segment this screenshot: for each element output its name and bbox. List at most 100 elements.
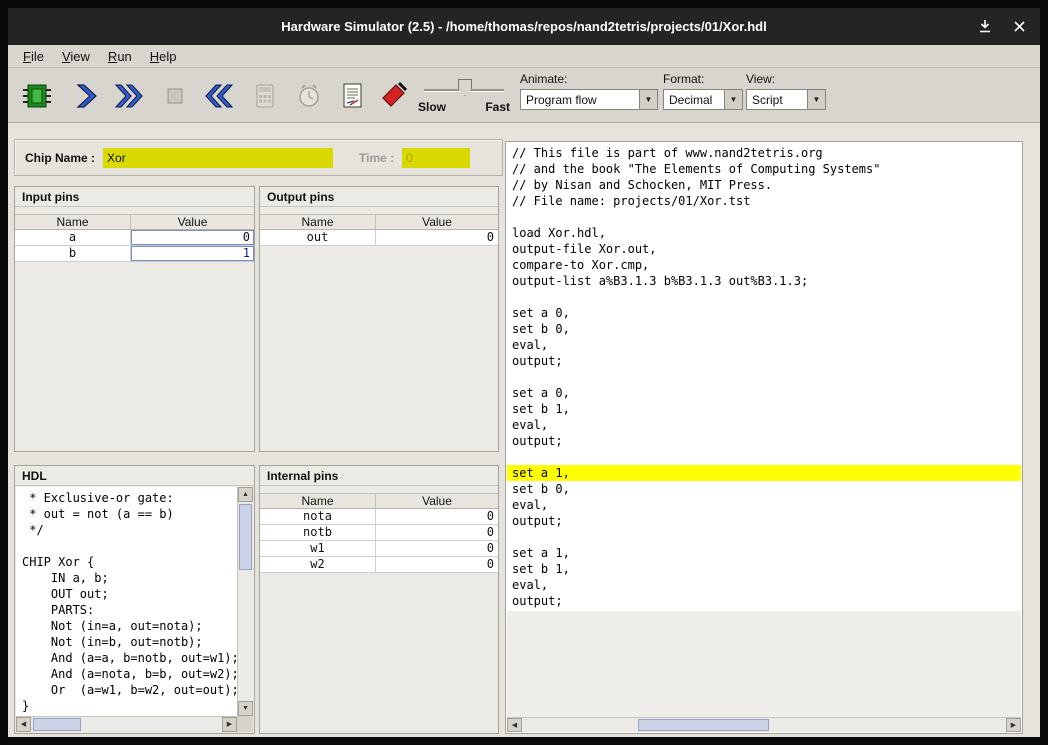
- chip-name-label: Chip Name :: [25, 151, 95, 165]
- pin-value-cell: 0: [376, 230, 498, 246]
- calculator-button[interactable]: [244, 75, 286, 117]
- app-window: Hardware Simulator (2.5) - /home/thomas/…: [0, 0, 1048, 745]
- slider-thumb[interactable]: [458, 79, 472, 96]
- output-pins-panel: Output pins NameValueout0: [259, 186, 499, 452]
- hdl-code-view: * Exclusive-or gate: * out = not (a == b…: [16, 487, 237, 716]
- internal-pins-table: NameValuenota0notb0w10w20: [260, 493, 498, 573]
- code-line: * Exclusive-or gate:: [16, 490, 237, 506]
- hdl-vertical-scrollbar[interactable]: ▲ ▼: [237, 487, 253, 716]
- pin-row: w10: [260, 541, 498, 557]
- format-label: Format:: [663, 72, 743, 86]
- pin-value-cell[interactable]: 1: [131, 246, 254, 262]
- single-step-icon: [72, 81, 102, 111]
- pin-row: nota0: [260, 509, 498, 525]
- single-step-button[interactable]: [66, 75, 108, 117]
- script-horizontal-scrollbar[interactable]: ◀ ▶: [507, 717, 1021, 732]
- stop-icon: [160, 81, 190, 111]
- code-line: [507, 449, 1021, 465]
- slow-label: Slow: [418, 100, 446, 114]
- fast-label: Fast: [485, 100, 510, 114]
- code-line: eval,: [507, 337, 1021, 353]
- close-button[interactable]: [1010, 18, 1028, 36]
- reset-button[interactable]: [198, 75, 240, 117]
- code-line: PARTS:: [16, 602, 237, 618]
- pin-value-cell: 0: [376, 525, 498, 541]
- scroll-left-button[interactable]: ◀: [507, 718, 522, 732]
- chevron-down-icon[interactable]: ▼: [639, 90, 657, 109]
- menu-file[interactable]: File: [14, 47, 53, 66]
- input-pins-title: Input pins: [15, 187, 254, 207]
- chip-name-bar: Chip Name : Xor Time : 0: [14, 139, 503, 176]
- menu-help[interactable]: Help: [141, 47, 186, 66]
- iconify-button[interactable]: [976, 18, 994, 36]
- column-header: Value: [376, 493, 498, 509]
- chip-name-field[interactable]: Xor: [103, 148, 333, 168]
- scrollbar-thumb[interactable]: [33, 718, 81, 731]
- scroll-right-button[interactable]: ▶: [1006, 718, 1021, 732]
- code-line: Or (a=w1, b=w2, out=out);: [16, 682, 237, 698]
- code-line: set a 0,: [507, 385, 1021, 401]
- calculator-icon: [250, 81, 280, 111]
- pin-name-cell: b: [15, 246, 131, 262]
- scroll-left-button[interactable]: ◀: [16, 717, 31, 732]
- run-icon: [114, 81, 144, 111]
- hdl-panel: HDL * Exclusive-or gate: * out = not (a …: [14, 465, 255, 734]
- internal-pins-panel: Internal pins NameValuenota0notb0w10w20: [259, 465, 499, 734]
- scrollbar-thumb[interactable]: [239, 504, 252, 570]
- pin-value-cell: 0: [376, 557, 498, 573]
- menubar: File View Run Help: [8, 45, 1040, 68]
- code-line: output-list a%B3.1.3 b%B3.1.3 out%B3.1.3…: [507, 273, 1021, 289]
- stop-button[interactable]: [154, 75, 196, 117]
- scroll-right-button[interactable]: ▶: [222, 717, 237, 732]
- code-line: output;: [507, 353, 1021, 369]
- pin-value-cell: 0: [376, 509, 498, 525]
- clear-button[interactable]: [372, 75, 414, 117]
- code-line: }: [16, 698, 237, 714]
- column-header: Name: [260, 493, 376, 509]
- chip-icon: [22, 81, 52, 111]
- column-header: Name: [260, 214, 376, 230]
- pin-name-cell: w1: [260, 541, 376, 557]
- clock-button[interactable]: [288, 75, 330, 117]
- code-line: set a 0,: [507, 305, 1021, 321]
- view-group: View: Script ▼: [746, 72, 826, 110]
- code-line: set a 1,: [507, 465, 1021, 481]
- view-label: View:: [746, 72, 826, 86]
- script-panel: // This file is part of www.nand2tetris.…: [505, 141, 1023, 734]
- chevron-down-icon[interactable]: ▼: [807, 90, 825, 109]
- code-line: eval,: [507, 497, 1021, 513]
- view-select[interactable]: Script ▼: [746, 89, 826, 110]
- animate-label: Animate:: [520, 72, 658, 86]
- hdl-horizontal-scrollbar[interactable]: ◀ ▶: [16, 716, 237, 732]
- code-line: output;: [507, 513, 1021, 529]
- chevron-down-icon[interactable]: ▼: [724, 90, 742, 109]
- menu-run[interactable]: Run: [99, 47, 141, 66]
- titlebar: Hardware Simulator (2.5) - /home/thomas/…: [8, 8, 1040, 45]
- hdl-title: HDL: [15, 466, 254, 486]
- code-line: set b 0,: [507, 321, 1021, 337]
- pin-name-cell: notb: [260, 525, 376, 541]
- run-button[interactable]: [108, 75, 150, 117]
- code-line: [507, 289, 1021, 305]
- format-value: Decimal: [664, 90, 724, 109]
- format-select[interactable]: Decimal ▼: [663, 89, 743, 110]
- clock-icon: [294, 81, 324, 111]
- animate-group: Animate: Program flow ▼: [520, 72, 658, 110]
- eraser-icon: [378, 81, 408, 111]
- code-line: set b 0,: [507, 481, 1021, 497]
- code-line: CHIP Xor {: [16, 554, 237, 570]
- pin-name-cell: out: [260, 230, 376, 246]
- scrollbar-thumb[interactable]: [638, 719, 769, 731]
- view-script-button[interactable]: [332, 75, 374, 117]
- speed-slider[interactable]: Slow Fast: [418, 74, 510, 118]
- load-chip-button[interactable]: [16, 75, 58, 117]
- scroll-down-button[interactable]: ▼: [238, 701, 253, 716]
- menu-view[interactable]: View: [53, 47, 99, 66]
- code-line: eval,: [507, 577, 1021, 593]
- code-line: IN a, b;: [16, 570, 237, 586]
- table-header-row: NameValue: [260, 493, 498, 509]
- animate-select[interactable]: Program flow ▼: [520, 89, 658, 110]
- pin-value-cell[interactable]: 0: [131, 230, 254, 246]
- scroll-up-button[interactable]: ▲: [238, 487, 253, 502]
- column-header: Name: [15, 214, 131, 230]
